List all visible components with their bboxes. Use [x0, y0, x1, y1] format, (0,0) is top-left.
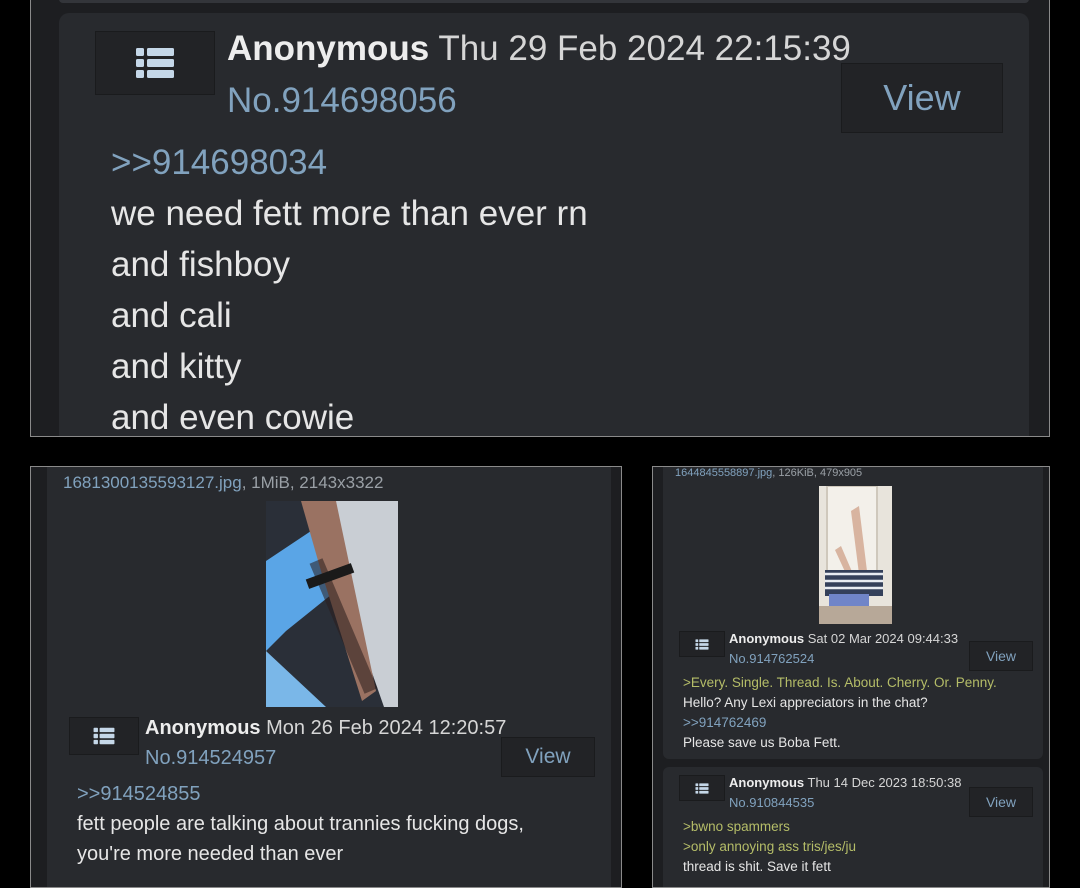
post-line: Hello? Any Lexi appreciators in the chat… — [683, 695, 928, 710]
post-date: Thu 29 Feb 2024 22:15:39 — [438, 29, 851, 68]
file-info: 1681300135593127.jpg, 1MiB, 2143x3322 — [63, 473, 383, 493]
post-header: Anonymous Thu 14 Dec 2023 18:50:38 — [729, 775, 961, 790]
post-line: thread is shit. Save it fett — [683, 859, 831, 874]
post-header: Anonymous Sat 02 Mar 2024 09:44:33 — [729, 631, 958, 646]
post-line: and even cowie — [111, 398, 355, 437]
post-header: Anonymous Thu 29 Feb 2024 22:15:39 — [227, 29, 851, 69]
file-meta: , 126KiB, 479x905 — [772, 467, 863, 479]
thumbnail-image — [266, 501, 398, 707]
poster-name: Anonymous — [729, 631, 805, 646]
top-screenshot-frame: Anonymous Thu 29 Feb 2024 22:15:39 No.91… — [30, 0, 1050, 437]
view-button[interactable]: View — [969, 641, 1033, 671]
previous-post-edge — [59, 0, 1029, 3]
greentext-line: >bwno spammers — [683, 819, 790, 834]
post-line: and fishboy — [111, 245, 291, 284]
poster-name: Anonymous — [227, 29, 430, 68]
list-icon — [93, 727, 115, 745]
file-info: 1644845558897.jpg, 126KiB, 479x905 — [675, 467, 862, 479]
post-914762524: 1644845558897.jpg, 126KiB, 479x905 Anony… — [663, 467, 1043, 759]
post-line: Please save us Boba Fett. — [683, 735, 841, 750]
post-menu-button[interactable] — [679, 775, 725, 801]
post-line: and cali — [111, 296, 232, 335]
post-line: you're more needed than ever — [77, 843, 344, 865]
thumbnail-image — [819, 486, 892, 624]
post-line: and kitty — [111, 347, 242, 386]
post-line: we need fett more than ever rn — [111, 194, 588, 233]
file-name-link[interactable]: 1681300135593127.jpg — [63, 473, 242, 492]
greentext-line: >only annoying ass tris/jes/ju — [683, 839, 856, 854]
post-number[interactable]: No.910844535 — [729, 795, 814, 810]
list-icon — [136, 48, 174, 78]
post-line: fett people are talking about trannies f… — [77, 813, 524, 835]
post-menu-button[interactable] — [69, 717, 139, 755]
post-body: >>914524855 fett people are talking abou… — [77, 779, 524, 869]
post-header: Anonymous Mon 26 Feb 2024 12:20:57 — [145, 717, 506, 740]
post-914698056: Anonymous Thu 29 Feb 2024 22:15:39 No.91… — [59, 13, 1029, 437]
bottom-right-screenshot-frame: 1644845558897.jpg, 126KiB, 479x905 Anony… — [652, 466, 1050, 888]
quote-link[interactable]: >>914698034 — [111, 137, 588, 188]
bottom-left-screenshot-frame: 1681300135593127.jpg, 1MiB, 2143x3322 An… — [30, 466, 622, 888]
post-image-thumbnail[interactable] — [266, 501, 398, 707]
view-button[interactable]: View — [841, 63, 1003, 133]
post-body: >bwno spammers >only annoying ass tris/j… — [683, 817, 856, 877]
list-icon — [695, 782, 709, 794]
quote-link[interactable]: >>914524855 — [77, 779, 524, 809]
post-body: >>914698034 we need fett more than ever … — [111, 137, 588, 437]
post-number[interactable]: No.914524957 — [145, 747, 276, 770]
post-image-thumbnail[interactable] — [819, 486, 892, 624]
poster-name: Anonymous — [145, 717, 261, 739]
view-button[interactable]: View — [969, 787, 1033, 817]
post-910844535: Anonymous Thu 14 Dec 2023 18:50:38 No.91… — [663, 767, 1043, 887]
post-date: Sat 02 Mar 2024 09:44:33 — [807, 631, 959, 646]
post-number[interactable]: No.914698056 — [227, 81, 457, 121]
quote-link[interactable]: >>914762469 — [683, 713, 997, 733]
greentext-line: >Every. Single. Thread. Is. About. Cherr… — [683, 675, 997, 690]
file-meta: , 1MiB, 2143x3322 — [241, 473, 384, 492]
post-date: Mon 26 Feb 2024 12:20:57 — [266, 717, 507, 739]
poster-name: Anonymous — [729, 775, 805, 790]
post-menu-button[interactable] — [95, 31, 215, 95]
file-name-link[interactable]: 1644845558897.jpg — [675, 467, 772, 479]
post-body: >Every. Single. Thread. Is. About. Cherr… — [683, 673, 997, 753]
post-menu-button[interactable] — [679, 631, 725, 657]
post-number[interactable]: No.914762524 — [729, 651, 814, 666]
view-button[interactable]: View — [501, 737, 595, 777]
list-icon — [695, 638, 709, 650]
post-date: Thu 14 Dec 2023 18:50:38 — [807, 775, 962, 790]
post-914524957: 1681300135593127.jpg, 1MiB, 2143x3322 An… — [47, 467, 611, 887]
